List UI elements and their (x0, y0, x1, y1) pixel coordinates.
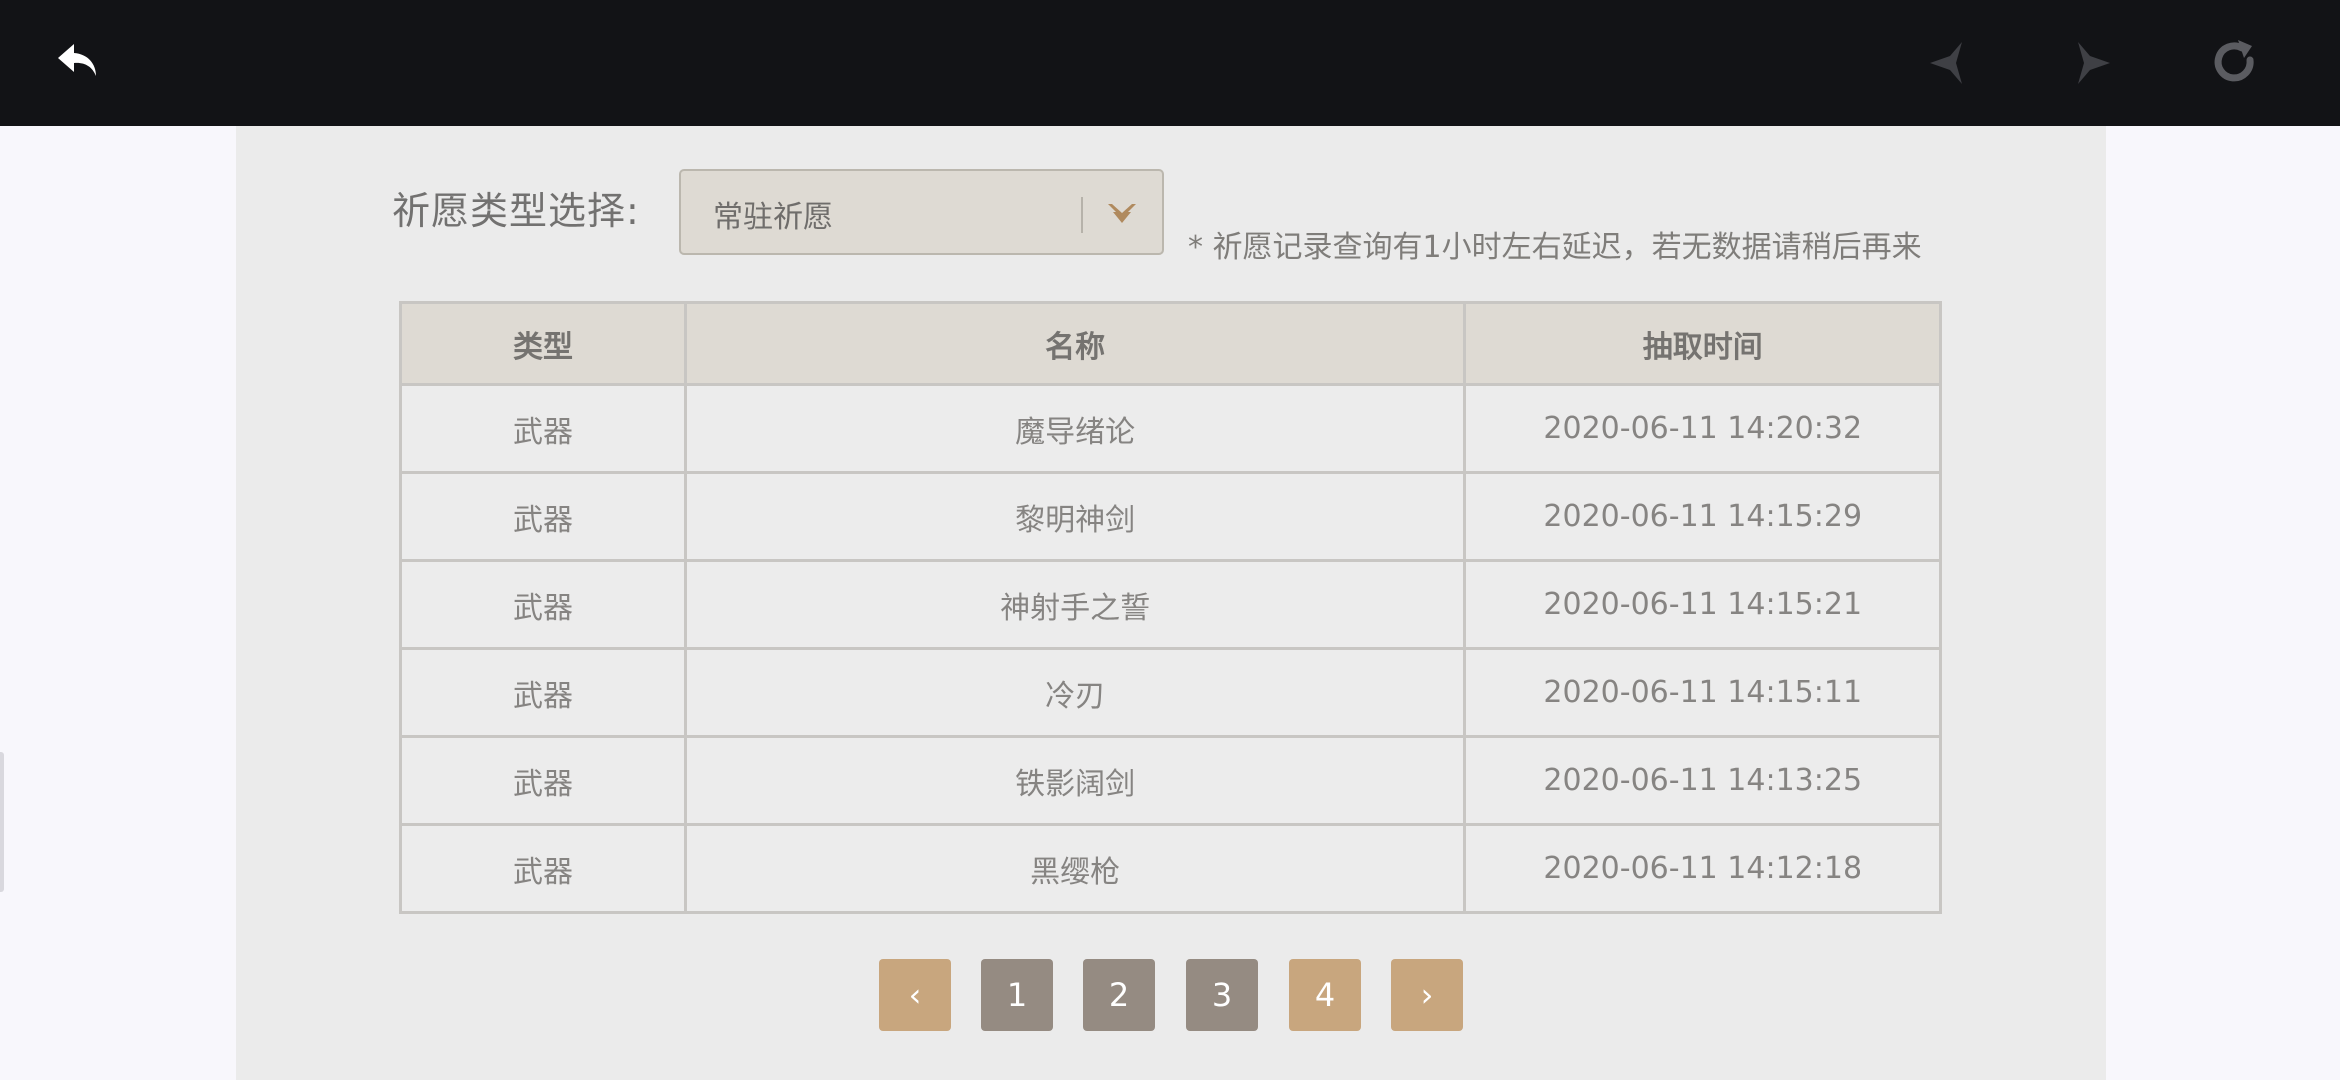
header-time: 抽取时间 (1463, 301, 1942, 386)
page-button-2[interactable]: 2 (1083, 959, 1155, 1031)
wish-type-label: 祈愿类型选择: (392, 189, 640, 233)
side-edge-handle[interactable] (0, 752, 4, 892)
cell-time: 2020-06-11 14:13:25 (1463, 735, 1942, 826)
cell-type: 武器 (399, 471, 687, 562)
cell-time: 2020-06-11 14:12:18 (1463, 823, 1942, 914)
wish-type-selected-value: 常驻祈愿 (713, 200, 833, 235)
header-type: 类型 (399, 301, 687, 386)
star-next-icon[interactable] (2058, 30, 2124, 96)
page-button-4-current[interactable]: 4 (1289, 959, 1361, 1031)
header-name: 名称 (683, 301, 1467, 386)
next-page-button[interactable]: › (1391, 959, 1463, 1031)
cell-name: 黎明神剑 (683, 471, 1467, 562)
cell-type: 武器 (399, 823, 687, 914)
cell-name: 铁影阔剑 (683, 735, 1467, 826)
cell-name: 冷刃 (683, 647, 1467, 738)
table-header-row: 类型 名称 抽取时间 (399, 301, 1942, 386)
wish-type-select[interactable]: 常驻祈愿 (679, 169, 1164, 255)
cell-type: 武器 (399, 735, 687, 826)
cell-type: 武器 (399, 383, 687, 474)
table-row: 武器 魔导绪论 2020-06-11 14:20:32 (399, 383, 1942, 474)
cell-name: 神射手之誓 (683, 559, 1467, 650)
cell-name: 黑缨枪 (683, 823, 1467, 914)
table-row: 武器 铁影阔剑 2020-06-11 14:13:25 (399, 735, 1942, 826)
cell-time: 2020-06-11 14:20:32 (1463, 383, 1942, 474)
cell-name: 魔导绪论 (683, 383, 1467, 474)
prev-page-button[interactable]: ‹ (879, 959, 951, 1031)
cell-time: 2020-06-11 14:15:29 (1463, 471, 1942, 562)
wish-records-table: 类型 名称 抽取时间 武器 魔导绪论 2020-06-11 14:20:32 武… (399, 301, 1942, 914)
cell-type: 武器 (399, 559, 687, 650)
delay-notice: * 祈愿记录查询有1小时左右延迟，若无数据请稍后再来 (1188, 230, 1922, 265)
chevron-down-icon[interactable] (1105, 199, 1139, 229)
page-button-1[interactable]: 1 (981, 959, 1053, 1031)
back-arrow-icon[interactable] (46, 30, 112, 96)
star-prev-icon[interactable] (1916, 30, 1982, 96)
table-row: 武器 神射手之誓 2020-06-11 14:15:21 (399, 559, 1942, 650)
top-toolbar (0, 0, 2340, 126)
select-divider (1081, 197, 1083, 233)
cell-time: 2020-06-11 14:15:21 (1463, 559, 1942, 650)
cell-time: 2020-06-11 14:15:11 (1463, 647, 1942, 738)
refresh-icon[interactable] (2202, 30, 2268, 96)
table-row: 武器 冷刃 2020-06-11 14:15:11 (399, 647, 1942, 738)
page-button-3[interactable]: 3 (1186, 959, 1258, 1031)
table-row: 武器 黑缨枪 2020-06-11 14:12:18 (399, 823, 1942, 914)
table-row: 武器 黎明神剑 2020-06-11 14:15:29 (399, 471, 1942, 562)
cell-type: 武器 (399, 647, 687, 738)
